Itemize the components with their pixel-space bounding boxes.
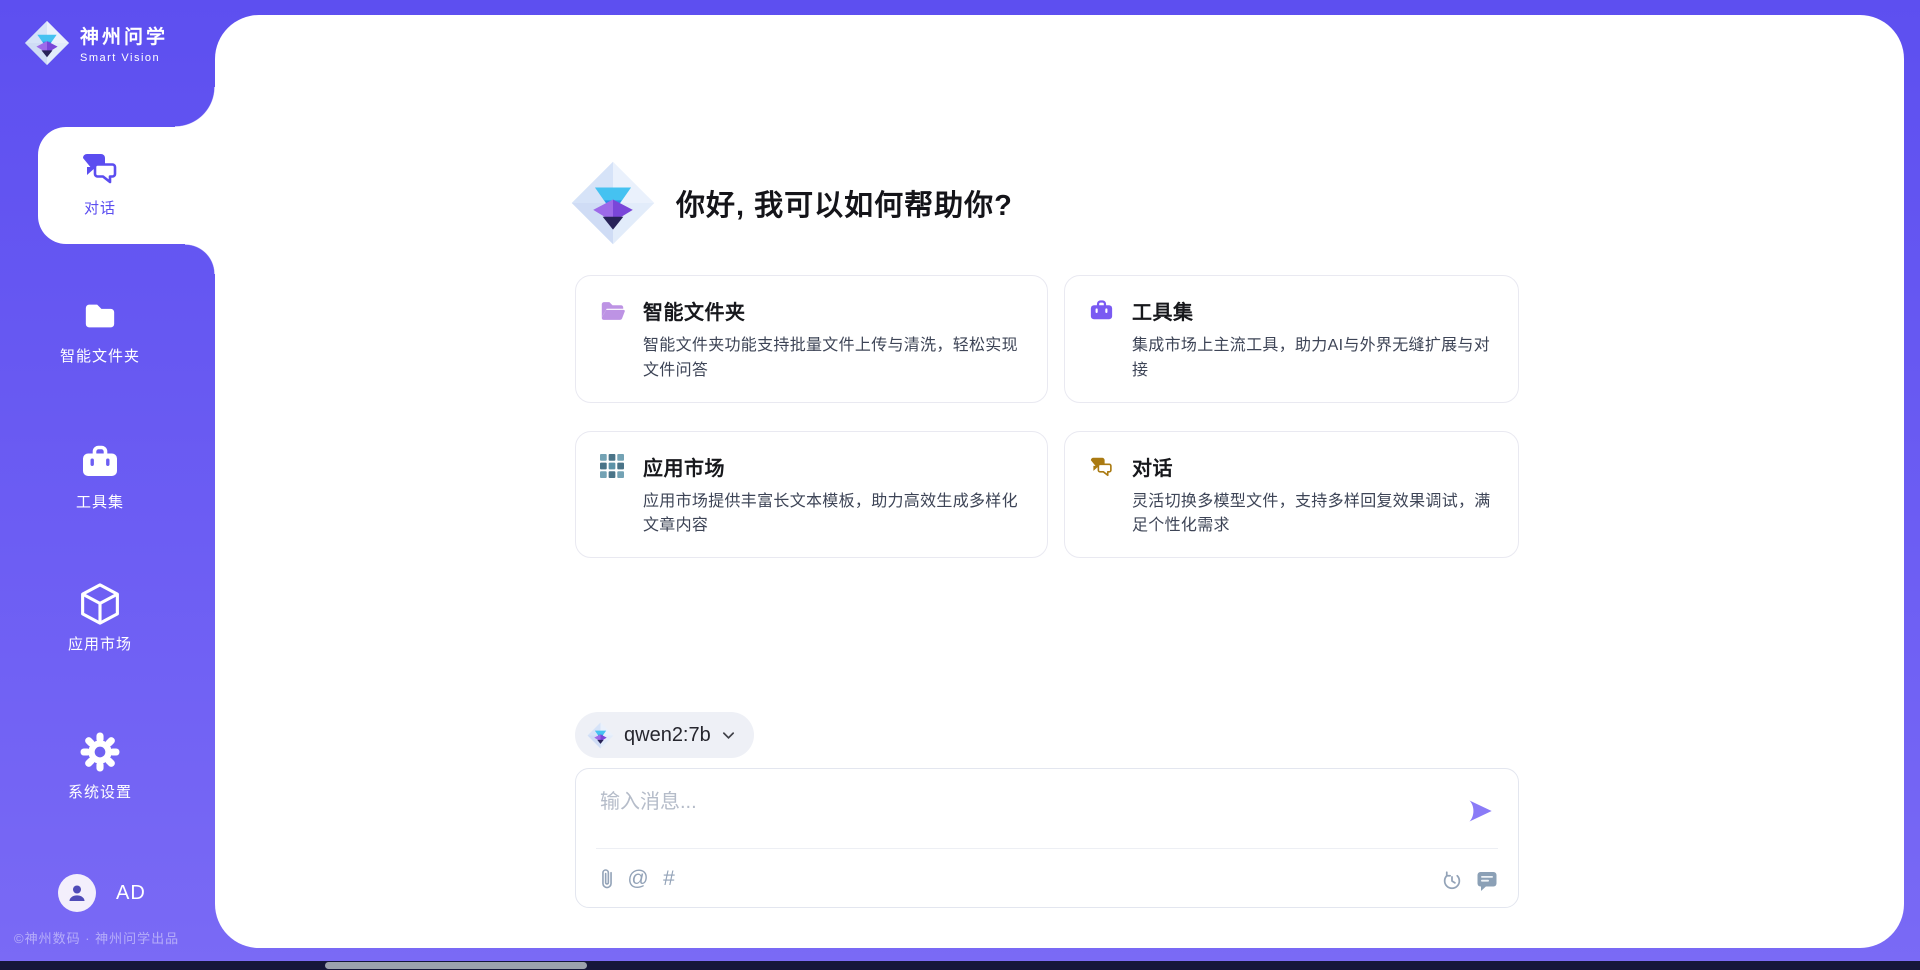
active-nav-fillet-bottom <box>185 244 215 274</box>
message-composer: @ # <box>575 768 1519 908</box>
message-icon <box>1476 871 1498 892</box>
card-title: 智能文件夹 <box>643 296 746 325</box>
feedback-button[interactable] <box>1476 868 1498 894</box>
sidebar-item-toolset[interactable]: .slot{fill:#6c5ef3;} 工具集 <box>0 442 200 512</box>
hash-icon: # <box>663 866 675 892</box>
toolbox-icon <box>1089 298 1114 323</box>
user-name: AD <box>116 882 146 905</box>
gear-icon <box>80 732 120 772</box>
user-account[interactable]: AD <box>58 874 146 912</box>
sidebar-item-label: 应用市场 <box>68 633 132 654</box>
sidebar: 神州问学 Smart Vision 对话 智能文件夹 .slot{fill:#6… <box>0 0 215 970</box>
history-icon <box>1441 870 1463 892</box>
app-grid-icon <box>600 454 625 479</box>
active-nav-fillet-top <box>175 87 215 127</box>
person-icon <box>65 881 89 905</box>
card-description: 集成市场上主流工具，助力AI与外界无缝扩展与对接 <box>1132 334 1498 384</box>
sidebar-item-app-market[interactable]: 应用市场 <box>0 584 200 654</box>
sidebar-item-label: 系统设置 <box>68 781 132 802</box>
greeting: 你好, 我可以如何帮助你? <box>570 160 1013 246</box>
paperclip-icon <box>598 866 616 892</box>
model-selector[interactable]: qwen2:7b <box>575 712 754 758</box>
sidebar-item-label: 智能文件夹 <box>60 345 140 366</box>
sidebar-item-smart-folder[interactable]: 智能文件夹 <box>0 296 200 366</box>
chat-bubbles-icon <box>1089 454 1114 479</box>
attachment-button[interactable] <box>596 866 618 892</box>
card-description: 应用市场提供丰富长文本模板，助力高效生成多样化文章内容 <box>643 490 1027 540</box>
briefcase-icon: .slot{fill:#6c5ef3;} <box>80 442 120 482</box>
send-icon <box>1466 797 1494 825</box>
card-description: 灵活切换多模型文件，支持多样回复效果调试，满足个性化需求 <box>1132 490 1498 540</box>
history-button[interactable] <box>1441 868 1463 894</box>
app-logo: 神州问学 Smart Vision <box>24 20 168 66</box>
diamond-logo-icon <box>24 20 70 66</box>
message-input[interactable] <box>600 785 1420 819</box>
model-logo-icon <box>587 722 614 749</box>
chevron-down-icon <box>721 728 736 743</box>
at-icon: @ <box>627 866 648 892</box>
page-title: 你好, 我可以如何帮助你? <box>676 182 1013 224</box>
sidebar-item-label: 对话 <box>84 197 116 218</box>
composer-divider <box>596 848 1498 849</box>
card-title: 工具集 <box>1132 296 1194 325</box>
diamond-logo-icon <box>570 160 656 246</box>
send-button[interactable] <box>1466 797 1494 825</box>
sidebar-item-settings[interactable]: 系统设置 <box>0 732 200 802</box>
chat-icon <box>80 148 120 188</box>
card-title: 对话 <box>1132 452 1173 481</box>
feature-cards: 智能文件夹 智能文件夹功能支持批量文件上传与清洗，轻松实现文件问答 工具集 集成… <box>575 275 1519 558</box>
avatar <box>58 874 96 912</box>
brand-subtitle: Smart Vision <box>80 52 168 64</box>
copyright: ©神州数码 · 神州问学出品 <box>14 928 179 947</box>
card-title: 应用市场 <box>643 452 725 481</box>
brand-title: 神州问学 <box>80 22 168 49</box>
horizontal-scrollbar <box>0 961 1920 970</box>
topic-button[interactable]: # <box>658 866 680 892</box>
folder-open-icon <box>600 298 625 323</box>
mention-button[interactable]: @ <box>627 866 649 892</box>
card-description: 智能文件夹功能支持批量文件上传与清洗，轻松实现文件问答 <box>643 334 1027 384</box>
sidebar-item-chat[interactable]: 对话 <box>0 148 200 218</box>
cube-icon <box>79 584 121 624</box>
sidebar-item-label: 工具集 <box>76 491 124 512</box>
card-toolset[interactable]: 工具集 集成市场上主流工具，助力AI与外界无缝扩展与对接 <box>1064 275 1519 403</box>
card-chat[interactable]: 对话 灵活切换多模型文件，支持多样回复效果调试，满足个性化需求 <box>1064 431 1519 559</box>
model-name: qwen2:7b <box>624 724 711 747</box>
card-app-market[interactable]: 应用市场 应用市场提供丰富长文本模板，助力高效生成多样化文章内容 <box>575 431 1048 559</box>
folder-icon <box>83 296 117 336</box>
card-smart-folder[interactable]: 智能文件夹 智能文件夹功能支持批量文件上传与清洗，轻松实现文件问答 <box>575 275 1048 403</box>
scrollbar-thumb[interactable] <box>325 962 587 969</box>
